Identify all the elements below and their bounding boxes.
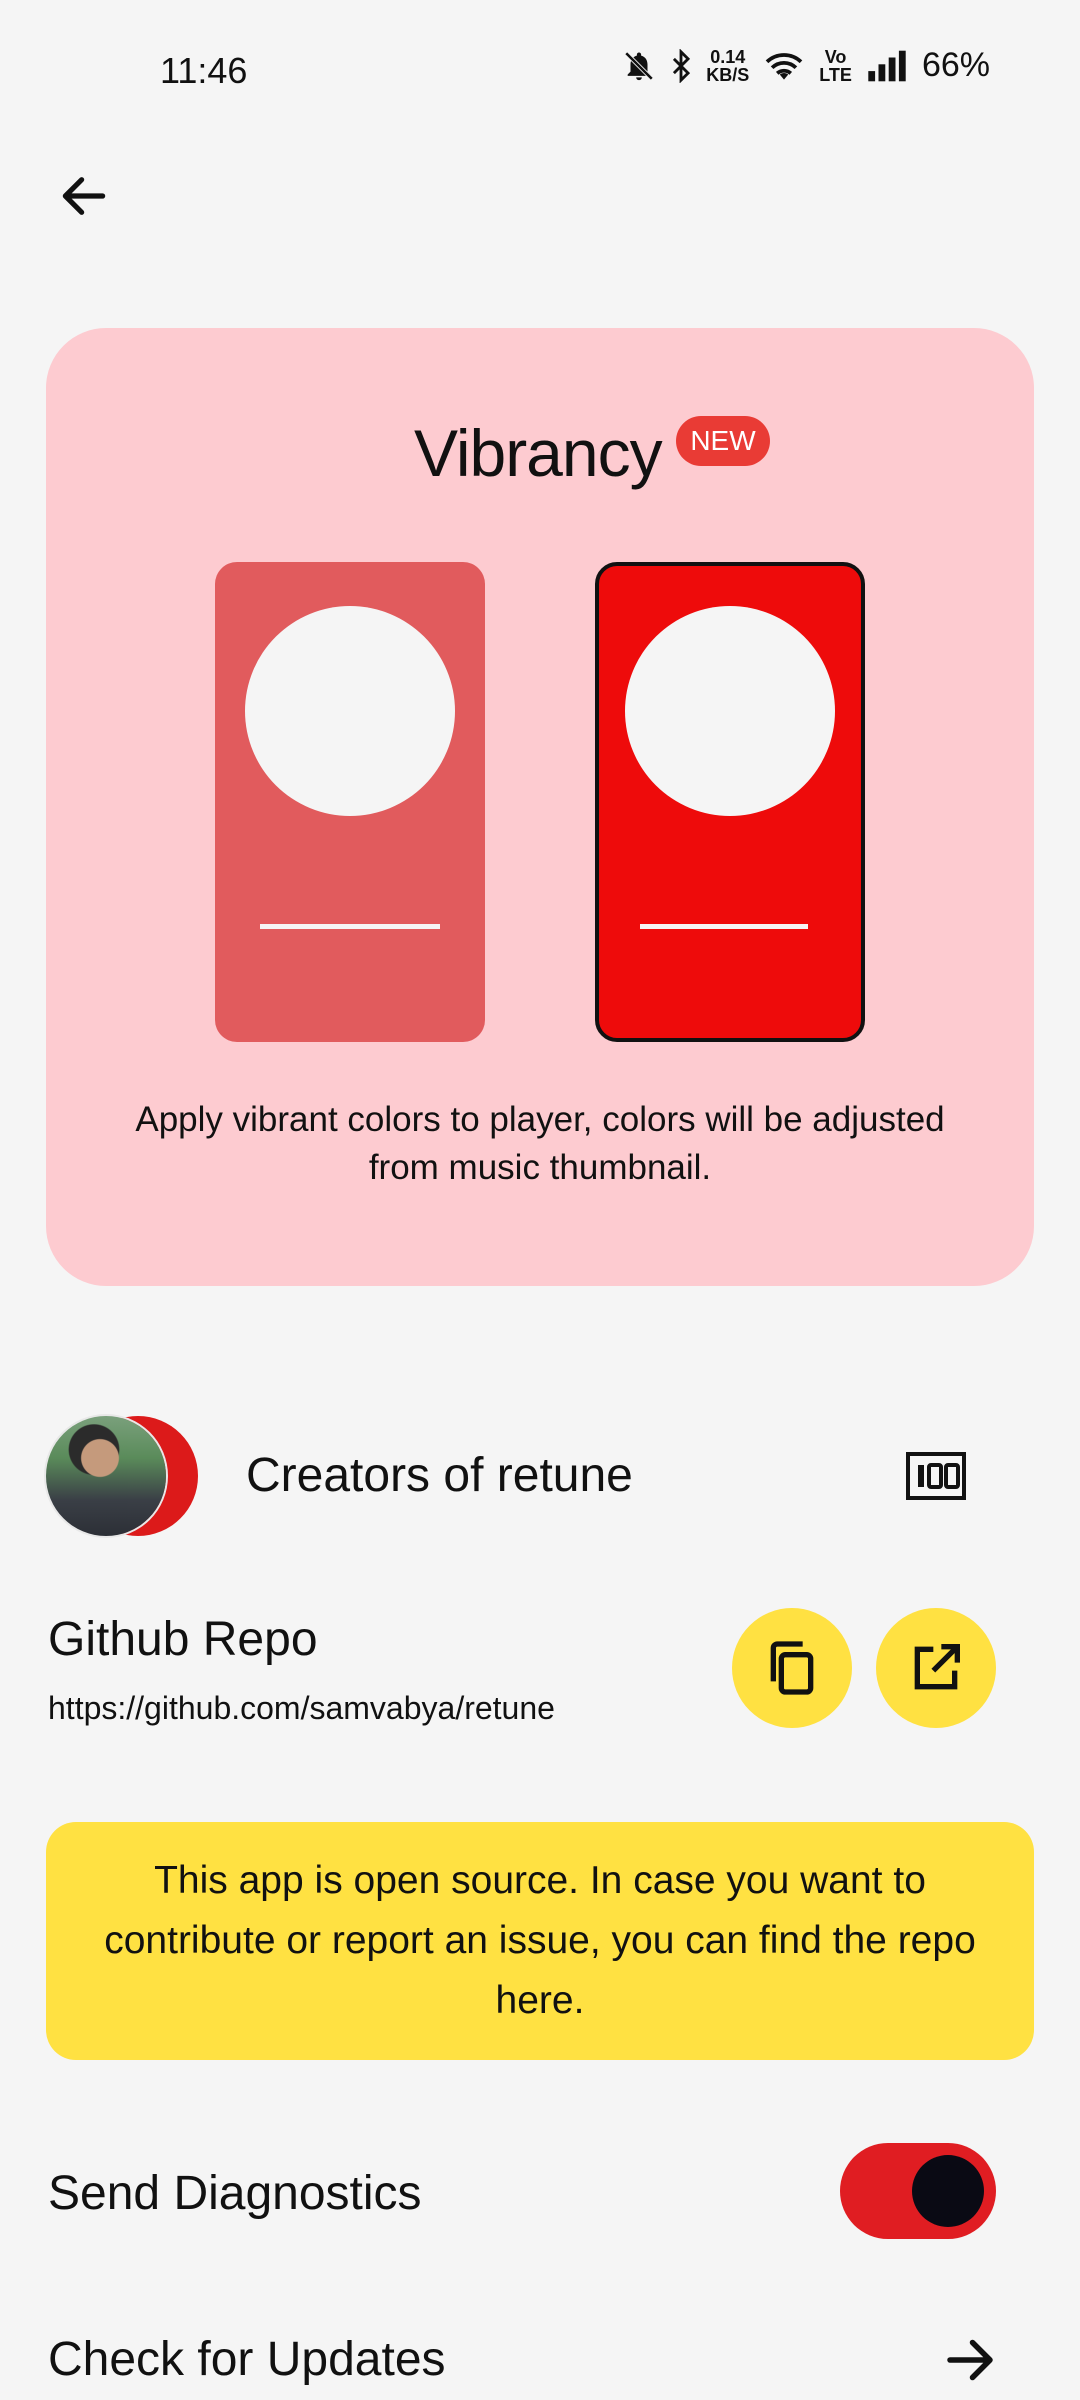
- network-speed-unit: KB/S: [706, 64, 750, 85]
- network-speed: 0.14 KB/S: [706, 48, 749, 84]
- send-diagnostics-label: Send Diagnostics: [48, 2167, 422, 2220]
- arrow-left-icon: [62, 177, 106, 215]
- vibrancy-title: Vibrancy: [414, 416, 663, 490]
- wifi-icon: [763, 49, 805, 83]
- network-speed-value: 0.14: [710, 46, 746, 67]
- check-updates-label[interactable]: Check for Updates: [48, 2332, 446, 2387]
- vibrancy-option-normal[interactable]: [215, 562, 485, 1042]
- open-link-button[interactable]: [876, 1608, 996, 1728]
- status-icons: 0.14 KB/S Vo LTE 66%: [622, 46, 990, 85]
- open-source-text: This app is open source. In case you wan…: [104, 1859, 976, 2022]
- preview-seekbar: [260, 924, 440, 929]
- creator-avatar: [46, 1416, 166, 1536]
- creators-label: Creators of retune: [246, 1449, 633, 1502]
- arrow-right-icon: [947, 2339, 993, 2381]
- check-updates-button[interactable]: [940, 2330, 1000, 2390]
- external-link-icon: [914, 1644, 960, 1690]
- back-button[interactable]: [48, 160, 120, 232]
- preview-artwork: [625, 606, 835, 816]
- vibrancy-option-vibrant[interactable]: [595, 562, 865, 1042]
- open-source-info: This app is open source. In case you wan…: [46, 1822, 1034, 2060]
- battery-level: 66%: [921, 46, 990, 84]
- github-url: https://github.com/samvabya/retune: [48, 1690, 555, 1726]
- volte-indicator: Vo LTE: [819, 48, 852, 84]
- creators-avatars[interactable]: [46, 1416, 202, 1540]
- preview-artwork: [245, 606, 455, 816]
- copy-icon: [770, 1641, 814, 1695]
- bell-off-icon: [622, 49, 656, 83]
- toggle-knob: [912, 2155, 984, 2227]
- send-diagnostics-toggle[interactable]: [840, 2143, 996, 2239]
- bluetooth-icon: [670, 48, 692, 83]
- status-time: 11:46: [160, 50, 248, 91]
- signal-icon: [866, 49, 908, 83]
- preview-seekbar: [640, 924, 808, 929]
- volte-bottom: LTE: [819, 64, 852, 85]
- github-title: Github Repo: [48, 1613, 318, 1666]
- credits-icon[interactable]: [906, 1452, 966, 1500]
- vibrancy-description: Apply vibrant colors to player, colors w…: [135, 1100, 945, 1187]
- volte-top: Vo: [824, 46, 847, 67]
- copy-url-button[interactable]: [732, 1608, 852, 1728]
- new-badge: NEW: [676, 416, 770, 466]
